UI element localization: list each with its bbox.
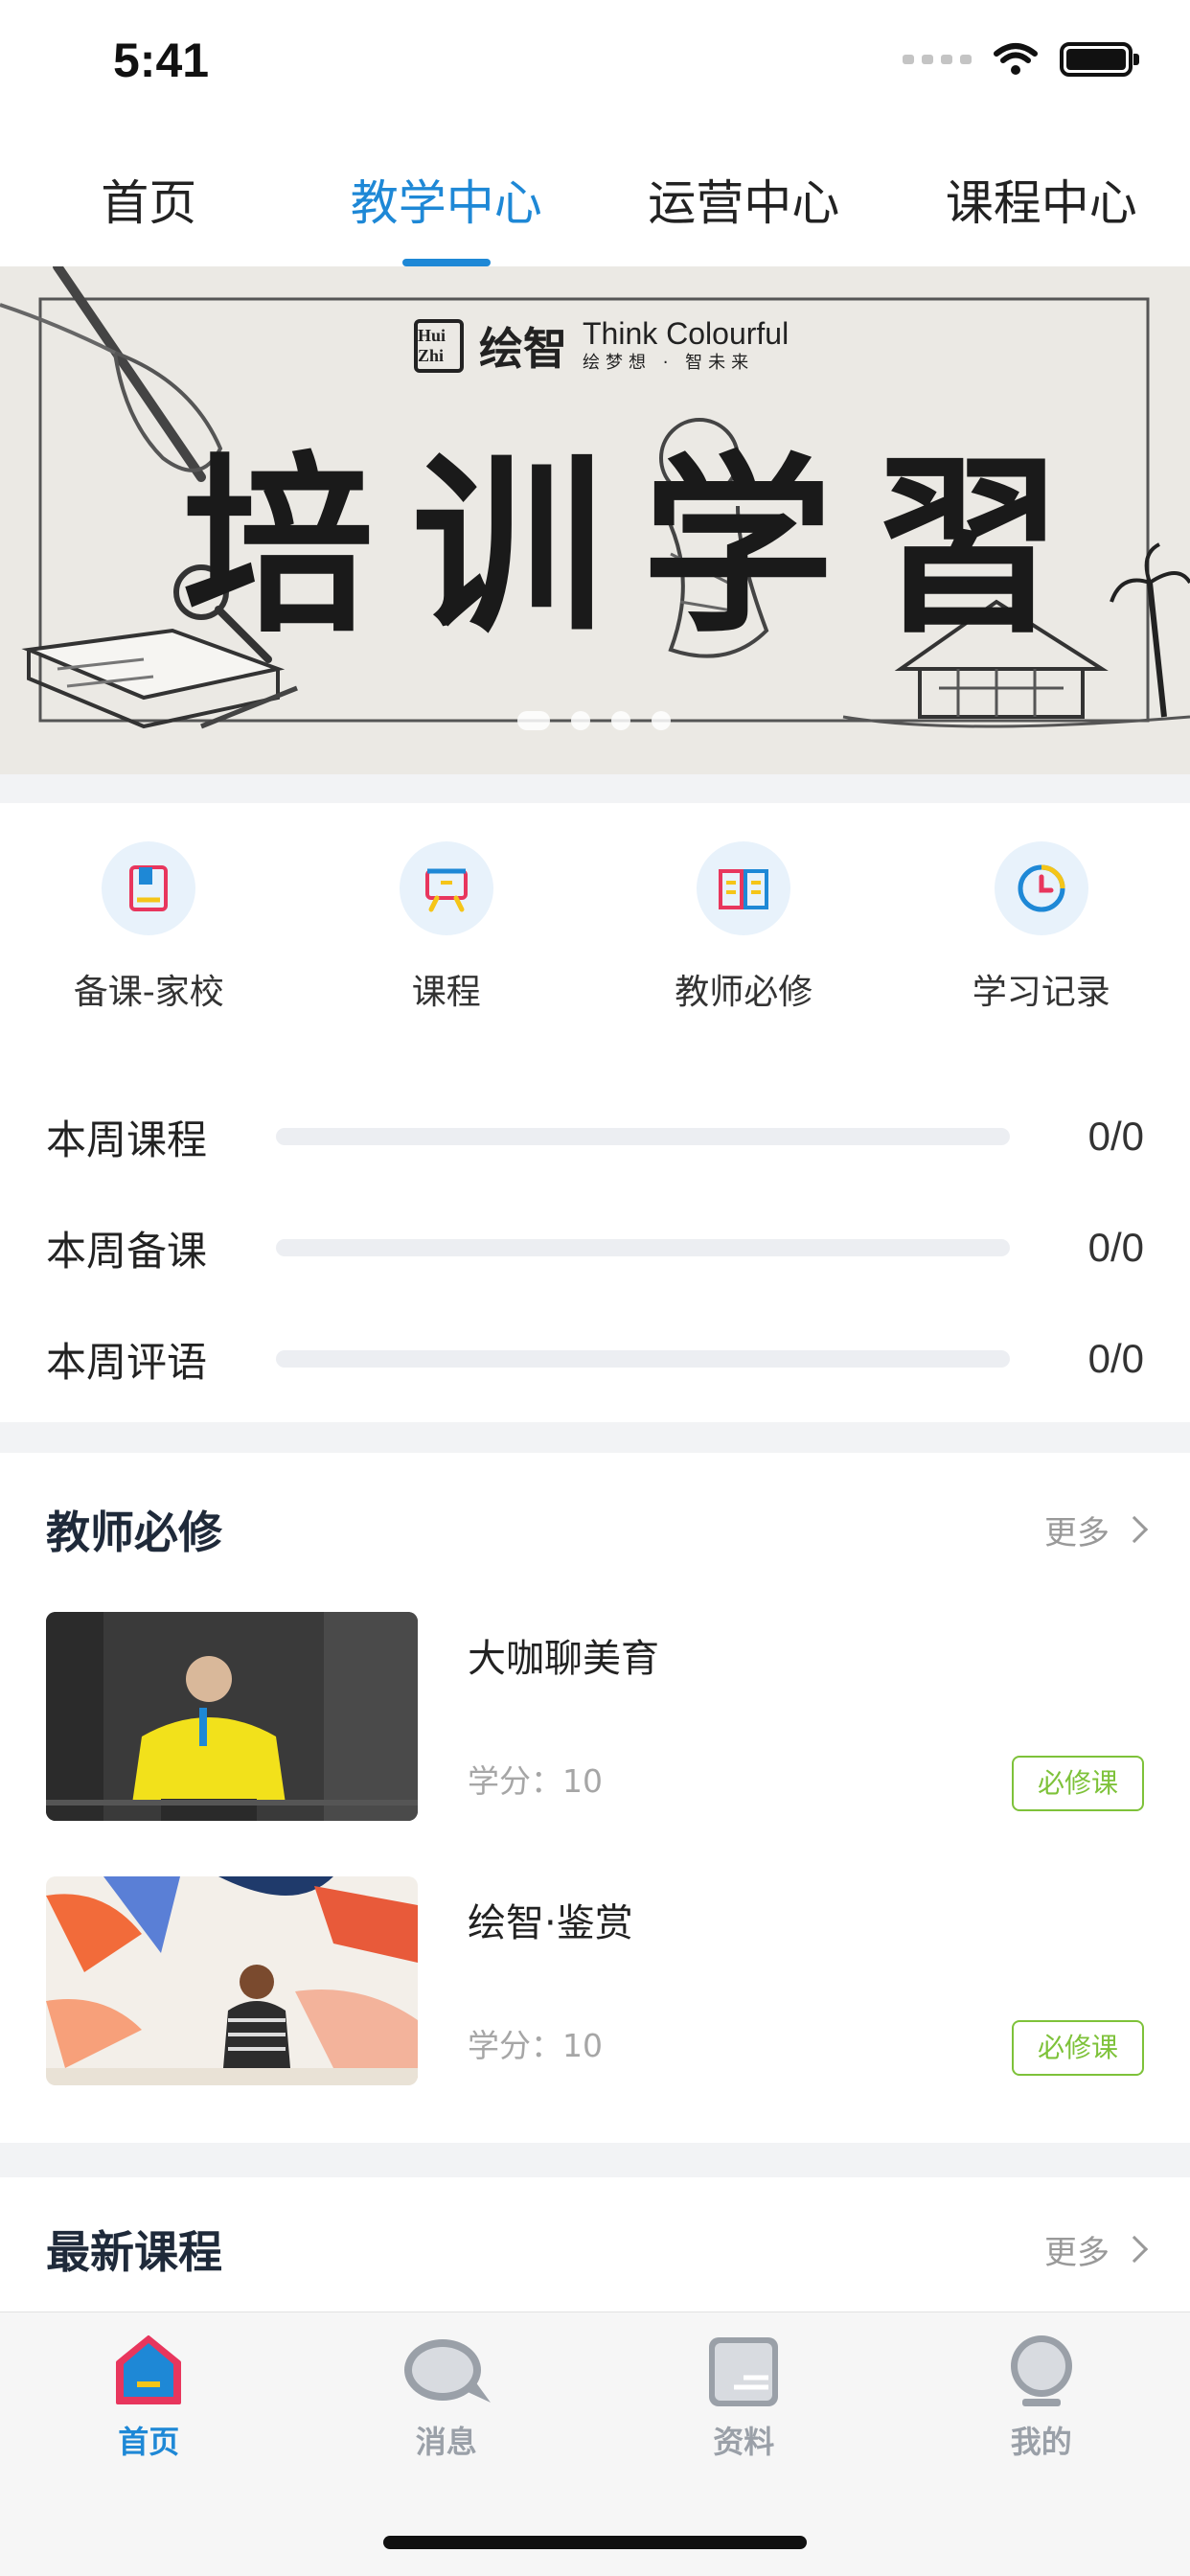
brand-logo: Hui Zhi 绘智 Think Colourful 绘梦想 · 智未来 (414, 314, 789, 378)
nav-item-home[interactable]: 首页 (0, 2334, 298, 2462)
quick-item-course[interactable]: 课程 (298, 841, 596, 1014)
status-bar: 5:41 (0, 0, 1190, 126)
home-icon (116, 2335, 182, 2404)
document-icon (709, 2337, 779, 2406)
course-item[interactable]: 大咖聊美育 学分：10 必修课 (46, 1612, 1144, 1821)
quick-item-lesson-prep[interactable]: 备课-家校 (0, 841, 298, 1014)
signal-icon (903, 55, 972, 64)
latest-courses-section: 最新课程 更多 (0, 2177, 1190, 2312)
pagination-dot[interactable] (652, 711, 671, 730)
brand-slogan: 绘梦想 · 智未来 (583, 353, 755, 373)
nav-item-materials[interactable]: 资料 (595, 2334, 893, 2462)
progress-row-lesson-prep: 本周备课 0/0 (46, 1192, 1144, 1303)
pagination-dot[interactable] (611, 711, 630, 730)
nav-label: 消息 (415, 2424, 477, 2460)
more-link[interactable]: 更多 (1044, 1506, 1149, 1553)
status-time: 5:41 (113, 34, 210, 87)
course-title: 大咖聊美育 (468, 1637, 659, 1681)
nav-item-profile[interactable]: 我的 (893, 2334, 1190, 2462)
chat-bubble-icon (403, 2339, 491, 2403)
course-credit: 学分：10 (468, 1762, 603, 1800)
required-badge: 必修课 (1012, 2020, 1144, 2076)
quick-item-label: 课程 (411, 973, 481, 1012)
progress-value: 0/0 (1087, 1114, 1144, 1159)
home-indicator[interactable] (383, 2536, 807, 2549)
weekly-progress-list: 本周课程 0/0 本周备课 0/0 本周评语 0/0 (46, 1081, 1144, 1414)
course-title: 绘智·鉴赏 (468, 1901, 633, 1945)
quick-item-label: 学习记录 (972, 973, 1110, 1012)
tab-home[interactable]: 首页 (0, 126, 298, 266)
logo-mark: Hui Zhi (414, 319, 464, 373)
course-credit: 学分：10 (468, 2027, 603, 2064)
section-title: 最新课程 (46, 2226, 222, 2278)
top-tab-bar: 首页 教学中心 运营中心 课程中心 (0, 126, 1190, 266)
progress-value: 0/0 (1087, 1336, 1144, 1381)
section-header: 最新课程 更多 (0, 2177, 1190, 2321)
progress-label: 本周备课 (46, 1227, 208, 1275)
section-header: 教师必修 更多 (0, 1453, 1190, 1606)
tab-label: 首页 (101, 175, 197, 231)
progress-row-comments: 本周评语 0/0 (46, 1303, 1144, 1414)
quick-item-study-record[interactable]: 学习记录 (893, 841, 1190, 1014)
progress-value: 0/0 (1087, 1225, 1144, 1270)
progress-bar (276, 1128, 1010, 1145)
quick-access-card: 备课-家校 课程 教师必修 学习记录 本周课程 0/0 本周备课 0/0 本周评… (0, 803, 1190, 1422)
tab-label: 教学中心 (350, 175, 542, 231)
more-label: 更多 (1044, 2233, 1110, 2272)
required-badge: 必修课 (1012, 1756, 1144, 1811)
easel-icon (399, 841, 493, 935)
course-thumbnail (46, 1876, 418, 2085)
teacher-required-section: 教师必修 更多 大咖聊美育 学分：10 必修课 绘智·鉴赏 学分：10 必修课 (0, 1453, 1190, 2143)
tab-label: 课程中心 (945, 175, 1137, 231)
wifi-icon (994, 43, 1038, 75)
chevron-right-icon (1120, 1515, 1149, 1544)
book-icon (102, 841, 196, 935)
status-icons (903, 42, 1139, 77)
pagination-dot[interactable] (571, 711, 590, 730)
brand-name-cn: 绘智 (479, 323, 567, 375)
brand-name-en: Think Colourful (583, 316, 790, 351)
quick-item-label: 备课-家校 (73, 973, 224, 1012)
open-book-icon (697, 841, 791, 935)
course-item[interactable]: 绘智·鉴赏 学分：10 必修课 (46, 1876, 1144, 2085)
progress-row-courses: 本周课程 0/0 (46, 1081, 1144, 1192)
section-title: 教师必修 (46, 1506, 222, 1558)
nav-item-messages[interactable]: 消息 (298, 2334, 596, 2462)
battery-icon (1060, 42, 1139, 77)
tab-label: 运营中心 (648, 175, 840, 231)
tab-teaching-center[interactable]: 教学中心 (298, 126, 596, 266)
profile-icon (1010, 2335, 1072, 2406)
nav-label: 我的 (1010, 2424, 1072, 2460)
progress-label: 本周评语 (46, 1338, 208, 1386)
quick-item-label: 教师必修 (675, 973, 813, 1012)
nav-label: 资料 (713, 2424, 775, 2460)
pagination-dot[interactable] (517, 711, 550, 730)
progress-bar (276, 1239, 1010, 1256)
banner-title: 培训学習 (182, 434, 1103, 659)
more-link[interactable]: 更多 (1044, 2226, 1149, 2273)
progress-bar (276, 1350, 1010, 1368)
clock-icon (994, 841, 1088, 935)
tab-operations-center[interactable]: 运营中心 (595, 126, 893, 266)
quick-access-grid: 备课-家校 课程 教师必修 学习记录 (0, 841, 1190, 1014)
chevron-right-icon (1120, 2235, 1149, 2264)
progress-label: 本周课程 (46, 1116, 208, 1163)
quick-item-teacher-required[interactable]: 教师必修 (595, 841, 893, 1014)
tab-course-center[interactable]: 课程中心 (893, 126, 1190, 266)
nav-label: 首页 (118, 2424, 180, 2460)
promo-banner[interactable]: Hui Zhi 绘智 Think Colourful 绘梦想 · 智未来 培训学… (0, 266, 1190, 774)
more-label: 更多 (1044, 1513, 1110, 1552)
course-thumbnail (46, 1612, 418, 1821)
active-tab-indicator (401, 259, 491, 266)
banner-pagination (517, 711, 671, 730)
